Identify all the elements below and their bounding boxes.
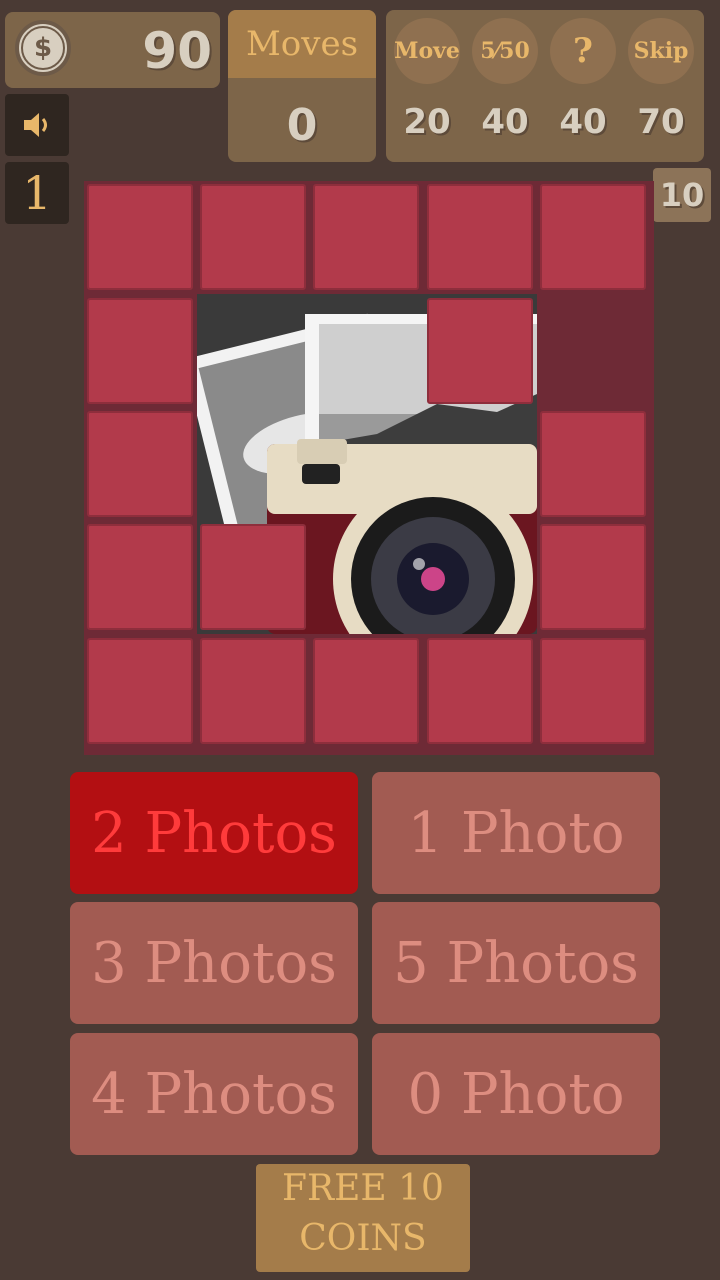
speaker-icon [24,113,47,137]
free-coins-button[interactable]: FREE 10 COINS [256,1164,470,1272]
coin-count: 90 [142,22,212,80]
puzzle-tile[interactable] [200,638,306,744]
puzzle-tile[interactable] [313,184,419,290]
puzzle-tile[interactable] [540,411,646,517]
question-hint-button[interactable]: ? [550,18,616,84]
puzzle-tile[interactable] [87,638,193,744]
dollar-coin-icon: $ [15,20,71,76]
move-hint-button[interactable]: Move [394,18,460,84]
fifty-fifty-hint-cost: 40 [481,102,529,142]
puzzle-tile[interactable] [540,184,646,290]
free-coins-line2: COINS [299,1218,427,1259]
skip-hint-button[interactable]: Skip [628,18,694,84]
hint-panel: Move 5⁄50 ? Skip 20 40 40 70 [386,10,704,162]
answer-0-photo[interactable]: 0 Photo [372,1033,660,1155]
puzzle-tile[interactable] [87,411,193,517]
free-coins-line1: FREE 10 [282,1168,444,1209]
answer-1-photo[interactable]: 1 Photo [372,772,660,894]
coin-balance: $ 90 [5,12,220,88]
tiles-remaining-badge: 10 [653,168,711,222]
puzzle-tile[interactable] [540,638,646,744]
puzzle-tile[interactable] [87,184,193,290]
sound-toggle-button[interactable] [5,94,69,156]
puzzle-tile[interactable] [540,524,646,630]
level-number: 1 [5,162,69,224]
answer-3-photos[interactable]: 3 Photos [70,902,358,1024]
puzzle-tile[interactable] [200,184,306,290]
skip-hint-cost: 70 [637,102,685,142]
question-hint-cost: 40 [559,102,607,142]
move-hint-cost: 20 [403,102,451,142]
puzzle-tile[interactable] [427,184,533,290]
fifty-fifty-hint-button[interactable]: 5⁄50 [472,18,538,84]
answer-2-photos[interactable]: 2 Photos [70,772,358,894]
moves-value: 0 [286,100,318,151]
puzzle-tile[interactable] [87,524,193,630]
puzzle-tile[interactable] [200,524,306,630]
puzzle-grid [84,181,654,755]
puzzle-tile[interactable] [313,638,419,744]
moves-panel: Moves 0 [228,10,376,162]
answer-4-photos[interactable]: 4 Photos [70,1033,358,1155]
puzzle-tile[interactable] [427,298,533,404]
answer-5-photos[interactable]: 5 Photos [372,902,660,1024]
puzzle-tile[interactable] [427,638,533,744]
puzzle-tile[interactable] [87,298,193,404]
moves-label: Moves [228,10,376,78]
